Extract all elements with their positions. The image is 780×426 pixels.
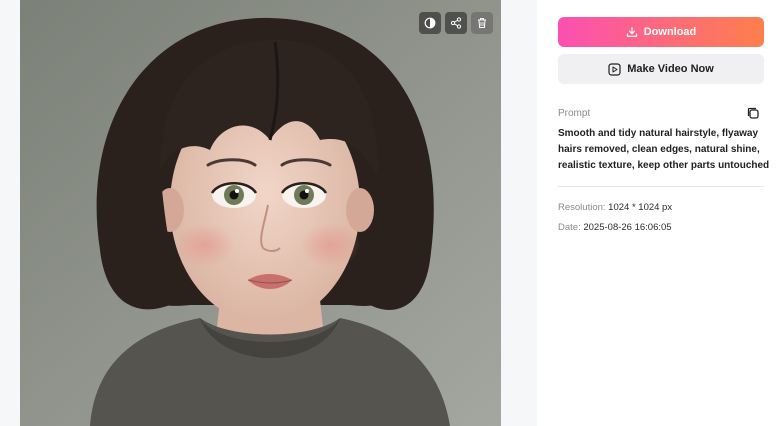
make-video-button[interactable]: Make Video Now: [558, 54, 764, 84]
date-row: Date: 2025-08-26 16:06:05: [558, 222, 672, 233]
copy-icon[interactable]: [746, 106, 760, 120]
compare-button[interactable]: [419, 12, 441, 34]
make-video-label: Make Video Now: [627, 63, 714, 75]
video-play-icon: [608, 62, 621, 76]
panel-gutter: [501, 0, 537, 426]
prompt-text: Smooth and tidy natural hairstyle, flyaw…: [558, 128, 770, 171]
delete-button[interactable]: [471, 12, 493, 34]
generated-image[interactable]: [20, 0, 501, 426]
resolution-label: Resolution:: [558, 202, 606, 213]
download-button[interactable]: Download: [558, 17, 764, 47]
portrait-image: [20, 0, 501, 426]
trash-icon: [478, 18, 486, 28]
date-value: 2025-08-26 16:06:05: [583, 222, 672, 233]
date-label: Date:: [558, 222, 581, 233]
details-panel: Download Make Video Now Prompt Smooth an…: [537, 0, 780, 426]
image-toolbar: [419, 12, 493, 34]
share-button[interactable]: [445, 12, 467, 34]
download-label: Download: [643, 26, 697, 38]
download-icon: [626, 26, 637, 37]
divider: [558, 186, 764, 187]
contrast-icon: [424, 17, 436, 29]
resolution-row: Resolution: 1024 * 1024 px: [558, 202, 672, 213]
resolution-value: 1024 * 1024 px: [608, 202, 673, 213]
share-icon: [450, 17, 462, 29]
app-root: Download Make Video Now Prompt Smooth an…: [0, 0, 780, 426]
prompt-label: Prompt: [558, 108, 591, 119]
left-margin: [0, 0, 20, 426]
